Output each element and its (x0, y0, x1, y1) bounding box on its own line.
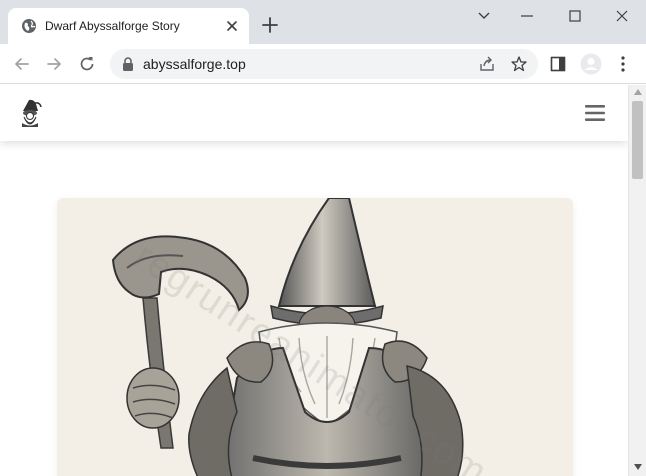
hero-image (57, 198, 573, 476)
kebab-menu-icon[interactable] (616, 55, 630, 73)
page-viewport: regrunreanimator.com (0, 85, 628, 476)
maximize-icon[interactable] (555, 4, 595, 28)
page-scrollbar[interactable] (628, 85, 646, 476)
gnome-with-axe-illustration (111, 198, 464, 476)
window-close-icon[interactable] (602, 4, 642, 28)
scroll-up-arrow-icon[interactable] (634, 89, 642, 95)
share-icon[interactable] (478, 55, 496, 73)
back-arrow-icon[interactable] (12, 54, 32, 74)
hamburger-menu-icon[interactable] (584, 103, 606, 123)
tab-search-chevron-down-icon[interactable] (464, 4, 504, 28)
forward-arrow-icon[interactable] (44, 54, 64, 74)
bookmark-star-icon[interactable] (510, 55, 528, 73)
site-navbar (0, 85, 628, 141)
scroll-down-arrow-icon[interactable] (634, 464, 642, 470)
minimize-icon[interactable] (507, 4, 547, 28)
tab-title: Dwarf Abyssalforge Story (45, 19, 180, 33)
lock-icon[interactable] (122, 57, 134, 71)
reload-icon[interactable] (77, 54, 97, 74)
globe-icon (22, 19, 36, 33)
new-tab-plus-icon[interactable] (261, 16, 279, 34)
address-bar[interactable]: abyssalforge.top (110, 49, 538, 79)
profile-avatar-icon[interactable] (580, 53, 602, 75)
side-panel-icon[interactable] (550, 56, 566, 72)
browser-tab[interactable]: Dwarf Abyssalforge Story (8, 8, 249, 44)
gnome-logo-icon[interactable] (14, 97, 46, 129)
close-icon[interactable] (224, 18, 240, 34)
browser-toolbar: abyssalforge.top (0, 44, 646, 84)
url-text[interactable]: abyssalforge.top (143, 56, 246, 72)
scrollbar-thumb[interactable] (632, 101, 643, 179)
tab-strip: Dwarf Abyssalforge Story (0, 0, 646, 44)
